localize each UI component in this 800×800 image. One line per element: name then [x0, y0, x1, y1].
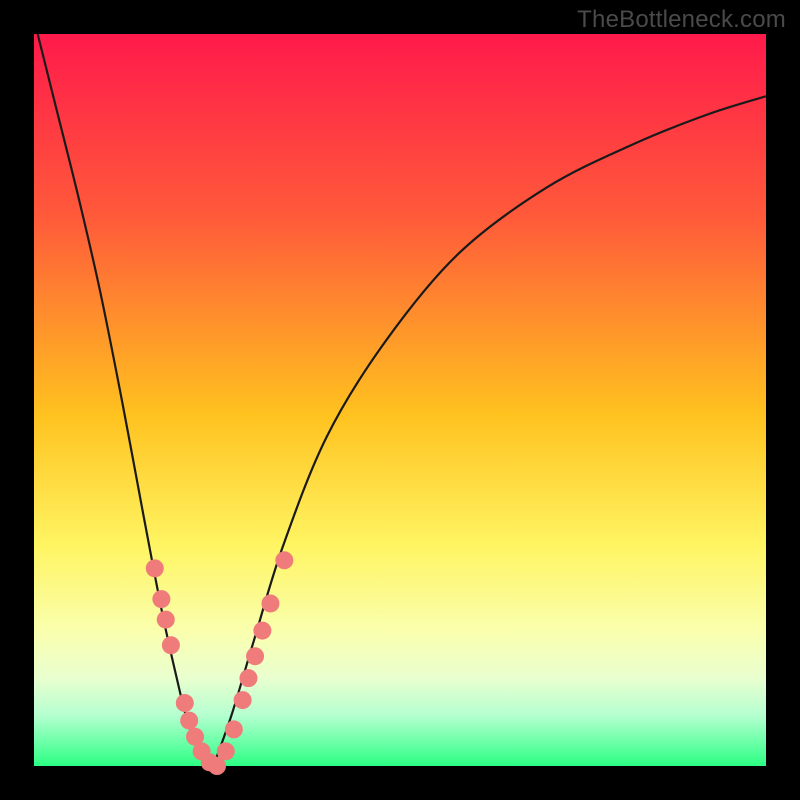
marker-point: [275, 551, 293, 569]
marker-point: [246, 647, 264, 665]
left-branch-curve: [38, 34, 214, 766]
chart-svg: [34, 34, 766, 766]
marker-point: [239, 669, 257, 687]
marker-point: [180, 712, 198, 730]
watermark-text: TheBottleneck.com: [577, 6, 786, 34]
marker-point: [225, 720, 243, 738]
marker-point: [217, 742, 235, 760]
marker-point: [253, 622, 271, 640]
chart-frame: TheBottleneck.com: [0, 0, 800, 800]
marker-point: [157, 611, 175, 629]
marker-point: [146, 559, 164, 577]
marker-point: [176, 694, 194, 712]
marker-point: [162, 636, 180, 654]
plot-area: [34, 34, 766, 766]
marker-point: [152, 590, 170, 608]
marker-point: [261, 594, 279, 612]
marker-point: [234, 691, 252, 709]
right-branch-curve: [213, 96, 766, 766]
